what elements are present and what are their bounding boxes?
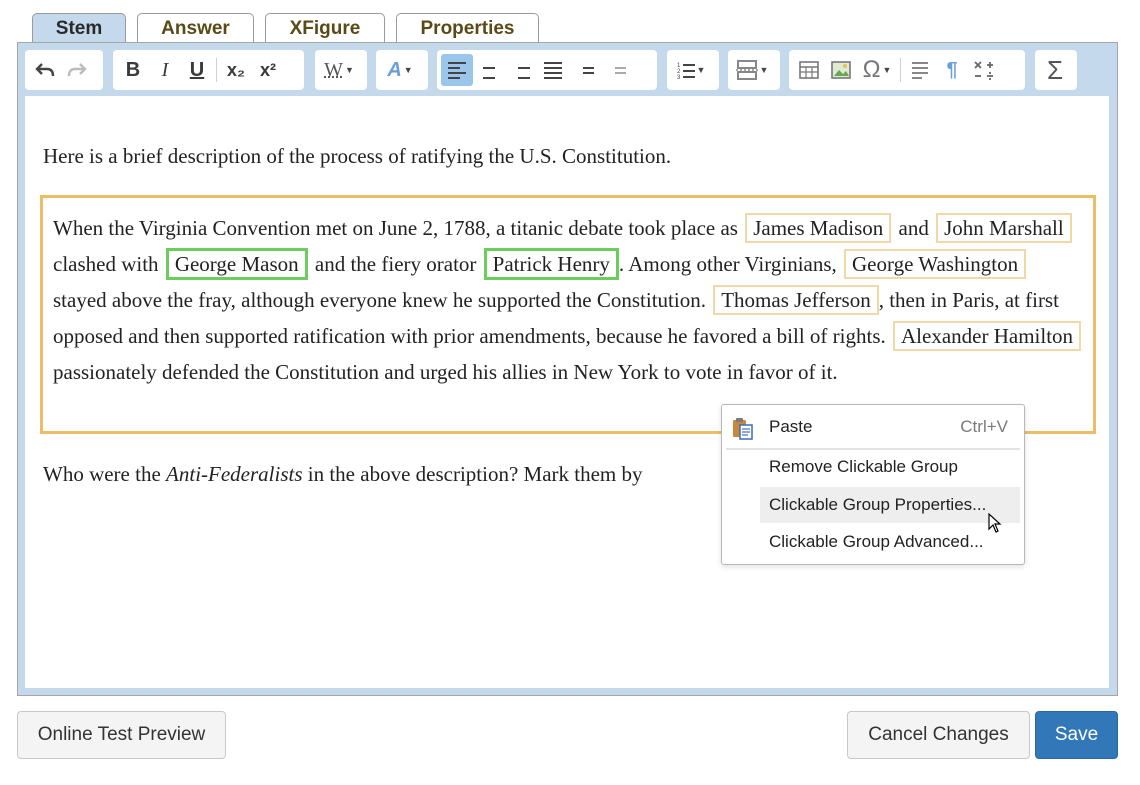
mouse-cursor-icon xyxy=(988,513,1002,533)
menu-item-remove-clickable-group[interactable]: Remove Clickable Group xyxy=(760,449,1020,485)
align-center-icon[interactable] xyxy=(473,54,505,86)
special-character-dropdown[interactable]: Ω ▼ xyxy=(857,54,897,86)
text-color-icon: A xyxy=(387,58,402,81)
redo-icon[interactable] xyxy=(61,54,93,86)
menu-item-label: Clickable Group Properties... xyxy=(769,495,987,514)
subscript-button[interactable]: x₂ xyxy=(220,54,252,86)
context-menu: Paste Ctrl+V Remove Clickable Group Clic… xyxy=(721,404,1025,565)
chevron-down-icon: ▼ xyxy=(759,65,769,75)
menu-item-clickable-group-advanced[interactable]: Clickable Group Advanced... xyxy=(760,524,1020,560)
bold-button[interactable]: B xyxy=(117,54,149,86)
tab-answer[interactable]: Answer xyxy=(137,13,254,43)
clickable-item-alexander-hamilton[interactable]: Alexander Hamilton xyxy=(893,321,1082,351)
group-text: When the Virginia Convention met on June… xyxy=(53,216,738,240)
underline-button[interactable]: U xyxy=(181,54,213,86)
insert-group: Ω ▼ ¶ xyxy=(789,50,1025,90)
clickable-item-thomas-jefferson[interactable]: Thomas Jefferson xyxy=(713,285,879,315)
block-format-dropdown[interactable]: ▼ xyxy=(732,54,772,86)
menu-item-clickable-group-properties[interactable]: Clickable Group Properties... xyxy=(760,487,1020,523)
math-operations-icon[interactable] xyxy=(968,54,1000,86)
tab-properties[interactable]: Properties xyxy=(396,13,539,43)
svg-text:3: 3 xyxy=(677,75,681,79)
save-button[interactable]: Save xyxy=(1035,711,1118,759)
toolbar-separator xyxy=(900,58,901,82)
clickable-item-james-madison[interactable]: James Madison xyxy=(745,213,892,243)
clickable-item-george-washington[interactable]: George Washington xyxy=(844,249,1027,279)
group-text: and xyxy=(898,216,929,240)
toolbar-separator xyxy=(216,58,217,82)
editor-frame: B I U x₂ x² W ▼ A ▼ 1 2 3 ▼ ▼ Ω ▼ ¶ Σ He… xyxy=(17,42,1118,696)
equation-group: Σ xyxy=(1035,50,1077,90)
group-text: . Among other Virginians, xyxy=(618,252,837,276)
font-style-group: W ▼ xyxy=(315,50,367,90)
text-color-group: A ▼ xyxy=(376,50,428,90)
image-icon[interactable] xyxy=(825,54,857,86)
group-text: stayed above the fray, although everyone… xyxy=(53,288,706,312)
chevron-down-icon: ▼ xyxy=(882,65,892,75)
equation-editor-button[interactable]: Σ xyxy=(1039,54,1071,86)
align-justify-icon[interactable] xyxy=(537,54,569,86)
sigma-icon: Σ xyxy=(1046,54,1064,85)
alignment-group xyxy=(437,50,657,90)
chevron-down-icon: ▼ xyxy=(344,65,354,75)
list-group: 1 2 3 ▼ xyxy=(667,50,719,90)
clipboard-paste-icon xyxy=(733,418,753,440)
numbered-list-dropdown[interactable]: 1 2 3 ▼ xyxy=(671,54,711,86)
question-emphasis: Anti-Federalists xyxy=(166,462,303,486)
online-test-preview-button[interactable]: Online Test Preview xyxy=(17,711,226,759)
block-group: ▼ xyxy=(728,50,780,90)
numbered-list-icon: 123 xyxy=(677,61,695,79)
font-style-dropdown[interactable]: W ▼ xyxy=(319,54,359,86)
menu-item-label: Clickable Group Advanced... xyxy=(769,532,984,551)
clickable-item-patrick-henry[interactable]: Patrick Henry xyxy=(483,248,619,280)
menu-item-label: Remove Clickable Group xyxy=(769,457,958,476)
question-text: in the above description? Mark them by xyxy=(307,462,643,486)
align-left-icon[interactable] xyxy=(441,54,473,86)
chevron-down-icon: ▼ xyxy=(403,65,413,75)
history-group xyxy=(25,50,103,90)
menu-item-shortcut: Ctrl+V xyxy=(960,417,1008,436)
italic-button[interactable]: I xyxy=(149,54,181,86)
editor-tabs: Stem Answer XFigure Properties xyxy=(32,13,550,43)
menu-item-label: Paste xyxy=(769,417,813,436)
question-text: Who were the xyxy=(43,462,161,486)
editor-content[interactable]: Here is a brief description of the proce… xyxy=(25,96,1109,688)
group-text: clashed with xyxy=(53,252,159,276)
intro-paragraph: Here is a brief description of the proce… xyxy=(43,144,672,168)
clickable-group[interactable]: When the Virginia Convention met on June… xyxy=(40,195,1096,434)
superscript-button[interactable]: x² xyxy=(252,54,284,86)
text-lines-icon[interactable] xyxy=(904,54,936,86)
text-color-dropdown[interactable]: A ▼ xyxy=(380,54,420,86)
indent-icon[interactable] xyxy=(569,54,601,86)
menu-item-paste[interactable]: Paste Ctrl+V xyxy=(760,409,1020,445)
table-icon[interactable] xyxy=(793,54,825,86)
omega-icon: Ω xyxy=(862,56,881,83)
editor-toolbar: B I U x₂ x² W ▼ A ▼ 1 2 3 ▼ ▼ Ω ▼ ¶ Σ xyxy=(25,50,1110,90)
clickable-item-george-mason[interactable]: George Mason xyxy=(165,248,308,280)
question-paragraph: Who were the Anti-Federalists in the abo… xyxy=(43,462,643,487)
format-group: B I U x₂ x² xyxy=(113,50,304,90)
pilcrow-icon[interactable]: ¶ xyxy=(936,54,968,86)
chevron-down-icon: ▼ xyxy=(696,65,706,75)
align-right-icon[interactable] xyxy=(505,54,537,86)
font-style-label: W xyxy=(324,58,343,81)
group-text: passionately defended the Constitution a… xyxy=(53,360,838,384)
tab-xfigure[interactable]: XFigure xyxy=(265,13,385,43)
outdent-icon[interactable] xyxy=(601,54,633,86)
undo-icon[interactable] xyxy=(29,54,61,86)
clickable-item-john-marshall[interactable]: John Marshall xyxy=(936,213,1072,243)
tab-stem[interactable]: Stem xyxy=(32,13,126,43)
page-break-icon xyxy=(735,59,758,81)
cancel-changes-button[interactable]: Cancel Changes xyxy=(847,711,1030,759)
group-text: and the fiery orator xyxy=(314,252,477,276)
